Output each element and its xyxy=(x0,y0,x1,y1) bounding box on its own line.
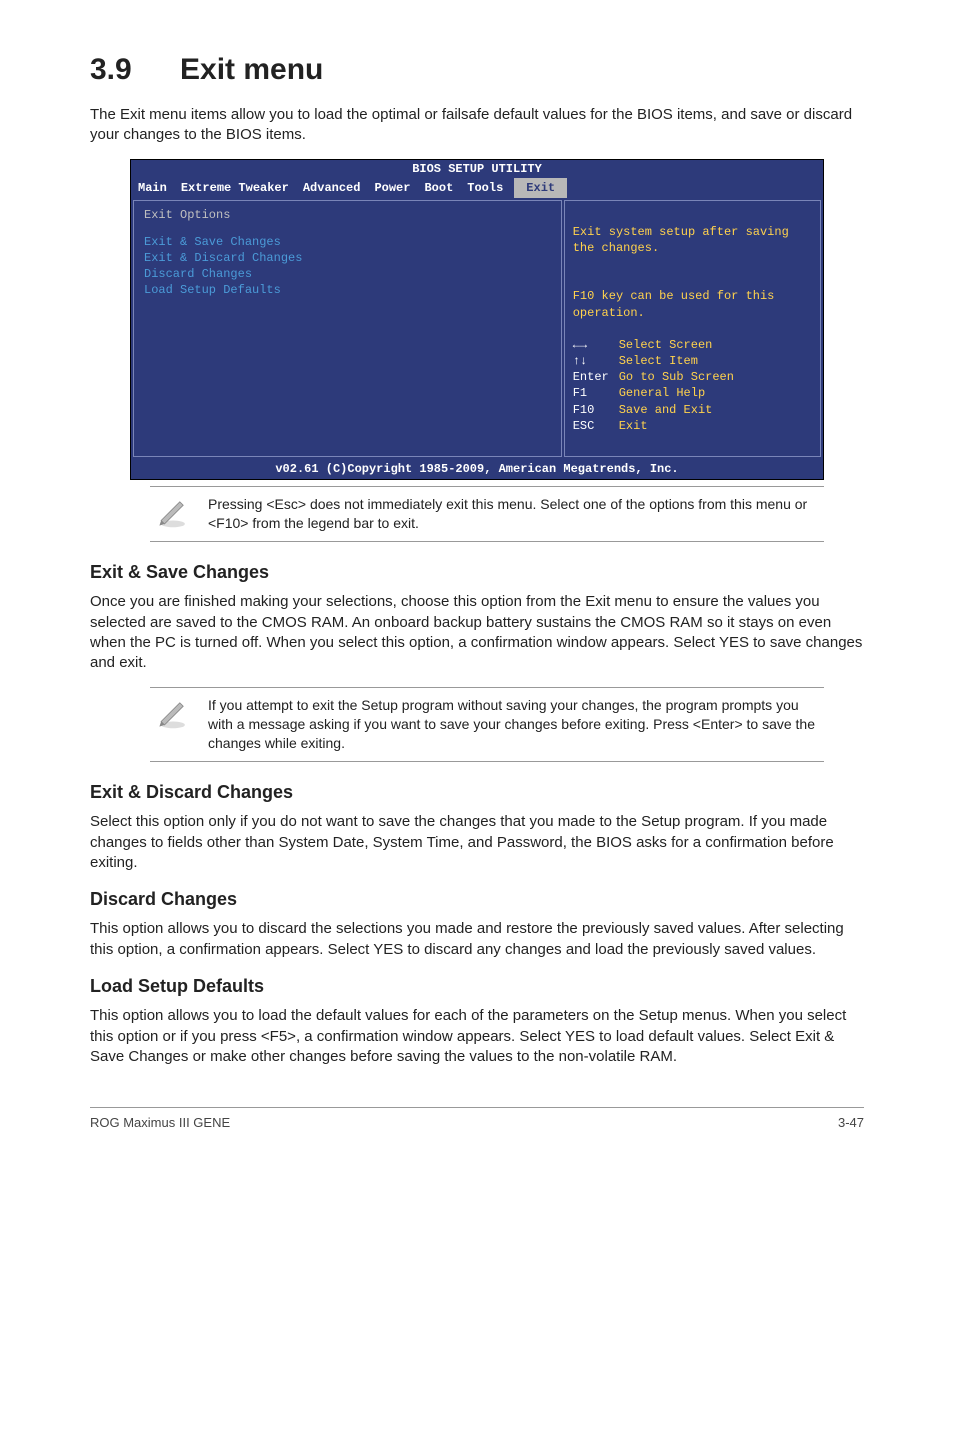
nav-label-select-screen: Select Screen xyxy=(619,338,713,352)
note-esc-text: Pressing <Esc> does not immediately exit… xyxy=(208,495,818,533)
section-number: 3.9 xyxy=(90,50,180,91)
bios-tab-tools: Tools xyxy=(460,178,510,198)
nav-key-f1: F1 xyxy=(573,385,619,401)
heading-exit-save: Exit & Save Changes xyxy=(90,560,864,584)
bios-tab-advanced: Advanced xyxy=(296,178,368,198)
footer-left: ROG Maximus III GENE xyxy=(90,1114,230,1132)
nav-key-ud: ↑↓ xyxy=(573,353,619,369)
bios-item-discard: Discard Changes xyxy=(144,266,551,282)
nav-key-esc: ESC xyxy=(573,418,619,434)
bios-right-pane: Exit system setup after saving the chang… xyxy=(564,200,821,457)
bios-title: BIOS SETUP UTILITY xyxy=(131,160,823,178)
heading-discard: Discard Changes xyxy=(90,887,864,911)
nav-label-save-exit: Save and Exit xyxy=(619,403,713,417)
heading-load-defaults: Load Setup Defaults xyxy=(90,974,864,998)
footer-right: 3-47 xyxy=(838,1114,864,1132)
bios-options-label: Exit Options xyxy=(144,207,551,223)
body-load-defaults: This option allows you to load the defau… xyxy=(90,1006,864,1067)
bios-tab-exit: Exit xyxy=(514,178,567,198)
nav-key-f10: F10 xyxy=(573,402,619,418)
intro-paragraph: The Exit menu items allow you to load th… xyxy=(90,105,864,146)
bios-tab-boot: Boot xyxy=(417,178,460,198)
bios-tab-main: Main xyxy=(131,178,174,198)
nav-key-enter: Enter xyxy=(573,369,619,385)
bios-tab-power: Power xyxy=(367,178,417,198)
nav-label-sub-screen: Go to Sub Screen xyxy=(619,370,734,384)
bios-tab-bar: Main Extreme Tweaker Advanced Power Boot… xyxy=(131,178,823,198)
note-esc: Pressing <Esc> does not immediately exit… xyxy=(150,486,824,542)
nav-label-help: General Help xyxy=(619,386,705,400)
section-title: Exit menu xyxy=(180,53,323,86)
bios-nav-help: ←→Select Screen ↑↓Select Item EnterGo to… xyxy=(573,321,812,451)
page-title: 3.9Exit menu xyxy=(90,50,864,91)
bios-tab-extreme: Extreme Tweaker xyxy=(174,178,296,198)
page-footer: ROG Maximus III GENE 3-47 xyxy=(90,1107,864,1132)
body-discard: This option allows you to discard the se… xyxy=(90,919,864,960)
bios-help-line2: F10 key can be used for this operation. xyxy=(573,289,775,319)
bios-item-load-defaults: Load Setup Defaults xyxy=(144,282,551,298)
bios-help-line1: Exit system setup after saving the chang… xyxy=(573,225,789,255)
nav-label-exit: Exit xyxy=(619,419,648,433)
bios-screenshot: BIOS SETUP UTILITY Main Extreme Tweaker … xyxy=(130,159,824,480)
body-exit-save: Once you are finished making your select… xyxy=(90,592,864,673)
bios-help-text: Exit system setup after saving the chang… xyxy=(573,207,812,320)
heading-exit-discard: Exit & Discard Changes xyxy=(90,780,864,804)
note-unsaved: If you attempt to exit the Setup program… xyxy=(150,687,824,762)
pencil-icon xyxy=(156,495,190,529)
nav-label-select-item: Select Item xyxy=(619,354,698,368)
pencil-icon xyxy=(156,696,190,730)
nav-key-lr: ←→ xyxy=(573,337,619,353)
bios-item-exit-discard: Exit & Discard Changes xyxy=(144,250,551,266)
bios-item-exit-save: Exit & Save Changes xyxy=(144,234,551,250)
note-unsaved-text: If you attempt to exit the Setup program… xyxy=(208,696,818,753)
bios-body: Exit Options Exit & Save Changes Exit & … xyxy=(131,198,823,459)
bios-footer: v02.61 (C)Copyright 1985-2009, American … xyxy=(131,459,823,479)
bios-left-pane: Exit Options Exit & Save Changes Exit & … xyxy=(133,200,562,457)
body-exit-discard: Select this option only if you do not wa… xyxy=(90,812,864,873)
